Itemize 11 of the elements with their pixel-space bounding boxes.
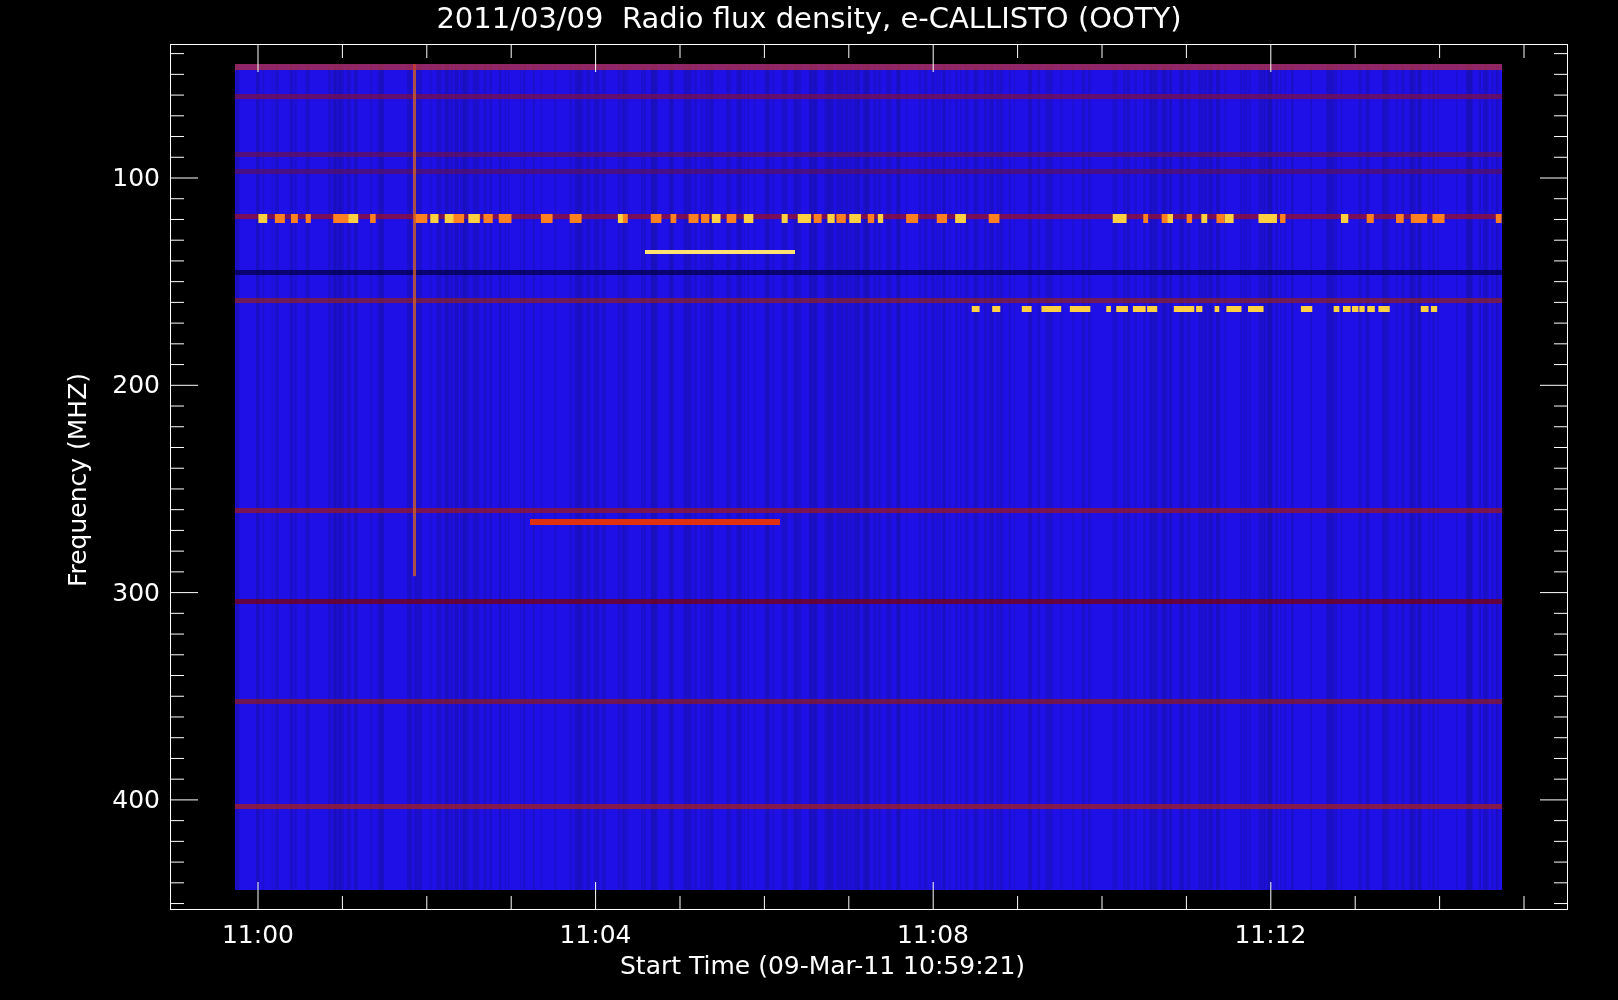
y-axis-label: Frequency (MHZ) [64,372,90,588]
x-tick-label: 11:04 [558,922,633,947]
x-tick-label: 11:08 [895,922,970,947]
y-tick-label: 300 [111,579,160,605]
y-tick-label: 400 [111,786,160,812]
x-tick-label: 11:12 [1233,922,1308,947]
x-tick-label: 11:00 [220,922,295,947]
x-axis-label: Start Time (09-Mar-11 10:59:21) [620,953,1026,978]
y-tick-label: 100 [111,165,160,190]
y-tick-label: 200 [111,372,160,398]
chart-title: 2011/03/09 Radio flux density, e-CALLISTO (OOTY) [435,4,1183,33]
